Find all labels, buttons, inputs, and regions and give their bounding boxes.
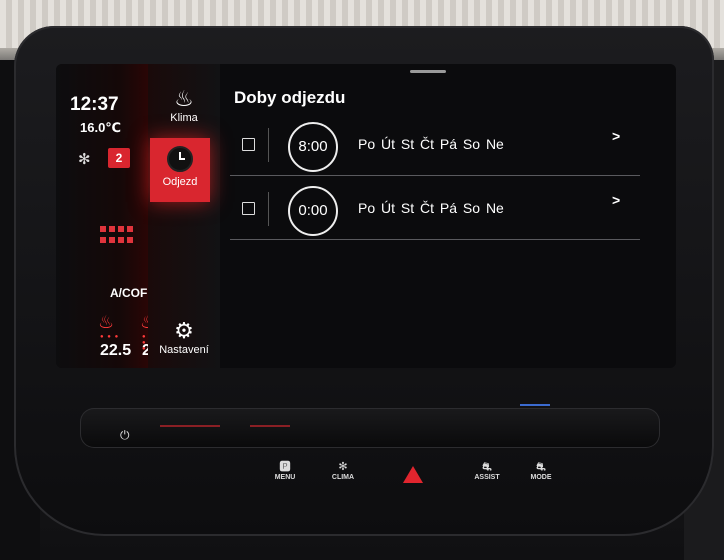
nav-label-odjezd: Odjezd — [162, 176, 198, 188]
fan-level-badge[interactable]: 2 — [108, 148, 130, 168]
hazard-icon — [403, 466, 423, 483]
clock-icon — [167, 146, 193, 172]
nav-label-nastaveni: Nastavení — [159, 344, 209, 356]
status-column: 12:37 16.0℃ ✻ 2 A/COFF ♨ ♨ ● ● ● ● ● ● 2… — [56, 64, 173, 368]
nav-item-odjezd[interactable]: Odjezd — [150, 138, 210, 202]
rear-defrost-icon[interactable] — [100, 226, 133, 244]
menu-label: MENU — [274, 474, 296, 481]
page-title: Doby odjezdu — [234, 88, 346, 107]
divider — [230, 239, 640, 240]
parking-icon: 🅿 — [279, 461, 291, 473]
assist-label: ASSIST — [474, 474, 500, 481]
temp-left[interactable]: 22.5 — [100, 342, 131, 360]
clima-button[interactable]: ✻ CLIMA — [328, 460, 358, 510]
infotainment-screen: 12:37 16.0℃ ✻ 2 A/COFF ♨ ♨ ● ● ● ● ● ● 2… — [56, 64, 676, 368]
power-icon[interactable]: ⏻ — [120, 428, 130, 443]
gear-icon: ⚙ — [174, 318, 194, 343]
departure-checkbox[interactable] — [242, 202, 255, 215]
chevron-right-icon[interactable]: > — [612, 192, 620, 208]
assist-button[interactable]: ⛐ ASSIST — [472, 460, 502, 510]
fan-icon: ✻ — [338, 461, 348, 473]
divider — [230, 175, 640, 176]
departure-row[interactable]: 0:00 Po Út St Čt Pá So Ne > — [230, 180, 640, 240]
seat-heat-left-level: ● ● ● — [100, 334, 120, 340]
departure-checkbox[interactable] — [242, 138, 255, 151]
touch-slider-bar[interactable] — [80, 408, 660, 448]
nav-column: ♨ Klima Odjezd ⚙ Nastavení — [148, 64, 220, 368]
seat-heat-icon: ♨ — [174, 86, 194, 111]
nav-item-nastaveni[interactable]: ⚙ Nastavení — [148, 318, 220, 368]
departure-time[interactable]: 0:00 — [288, 186, 338, 236]
seat-heat-left-icon[interactable]: ♨ — [98, 312, 120, 334]
mode-label: MODE — [530, 474, 552, 481]
slider-light — [160, 425, 220, 427]
clock-time: 12:37 — [70, 94, 119, 115]
outside-temperature: 16.0℃ — [80, 120, 122, 135]
car-icon: ⛐ — [482, 461, 492, 473]
row-separator — [268, 192, 269, 226]
menu-button[interactable]: 🅿 MENU — [270, 460, 300, 510]
slider-light — [520, 404, 550, 406]
hazard-button[interactable] — [398, 460, 428, 510]
departure-time[interactable]: 8:00 — [288, 122, 338, 172]
fan-icon[interactable]: ✻ — [78, 150, 96, 168]
departure-days: Po Út St Čt Pá So Ne — [358, 136, 504, 152]
nav-item-klima[interactable]: ♨ Klima — [148, 86, 220, 144]
nav-label-klima: Klima — [170, 112, 198, 124]
row-separator — [268, 128, 269, 162]
chevron-right-icon[interactable]: > — [612, 128, 620, 144]
slider-light — [250, 425, 290, 427]
departure-times-panel: Doby odjezdu 8:00 Po Út St Čt Pá So Ne >… — [220, 64, 676, 368]
car-mode-icon: ⛐ — [536, 461, 546, 473]
departure-row[interactable]: 8:00 Po Út St Čt Pá So Ne > — [230, 116, 640, 176]
mode-button[interactable]: ⛐ MODE — [526, 460, 556, 510]
departure-days: Po Út St Čt Pá So Ne — [358, 200, 504, 216]
clima-label: CLIMA — [331, 474, 355, 481]
